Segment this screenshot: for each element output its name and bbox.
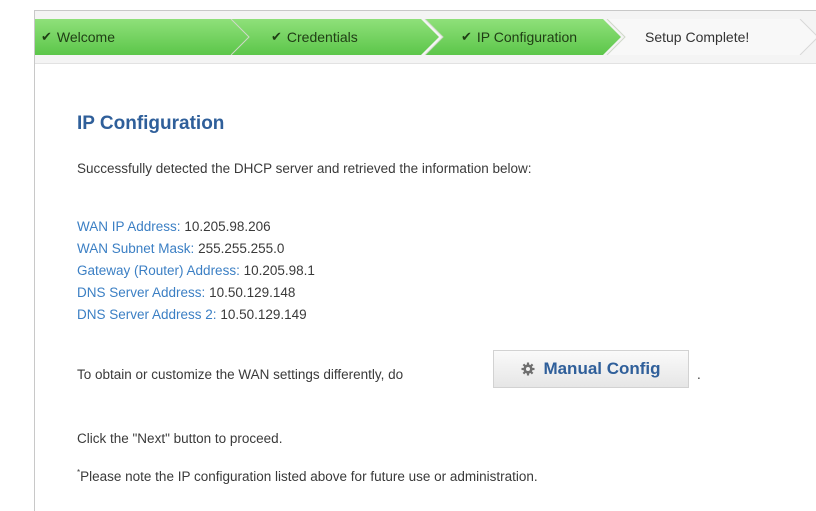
field-value: 10.50.129.149 — [220, 307, 307, 322]
wan-ip-row: WAN IP Address: 10.205.98.206 — [77, 219, 271, 234]
dns1-row: DNS Server Address: 10.50.129.148 — [77, 285, 295, 300]
wan-subnet-row: WAN Subnet Mask: 255.255.255.0 — [77, 241, 284, 256]
field-label: WAN IP Address: — [77, 219, 181, 234]
field-label: Gateway (Router) Address: — [77, 263, 240, 278]
customize-text: To obtain or customize the WAN settings … — [77, 367, 404, 382]
page-title: IP Configuration — [77, 113, 225, 134]
field-value: 10.50.129.148 — [209, 285, 296, 300]
wizard-steps-bar: ✔ Welcome ✔ Credentials ✔ IP Configurati… — [35, 11, 816, 64]
step-separators — [230, 19, 816, 55]
manual-config-button[interactable]: Manual Config — [493, 350, 689, 388]
field-value: 10.205.98.206 — [184, 219, 271, 234]
field-label: DNS Server Address 2: — [77, 307, 217, 322]
field-label: DNS Server Address: — [77, 285, 206, 300]
manual-config-label: Manual Config — [543, 359, 661, 378]
gear-icon — [521, 362, 535, 376]
note-text: *Please note the IP configuration listed… — [77, 468, 538, 484]
field-value: 10.205.98.1 — [243, 263, 315, 278]
intro-text: Successfully detected the DHCP server an… — [77, 161, 532, 176]
field-value: 255.255.255.0 — [198, 241, 285, 256]
wizard-frame: ✔ Welcome ✔ Credentials ✔ IP Configurati… — [34, 10, 816, 511]
trailing-period: . — [697, 367, 701, 382]
note-body: Please note the IP configuration listed … — [80, 469, 538, 484]
proceed-text: Click the "Next" button to proceed. — [77, 431, 283, 446]
field-label: WAN Subnet Mask: — [77, 241, 195, 256]
gateway-row: Gateway (Router) Address: 10.205.98.1 — [77, 263, 315, 278]
dns2-row: DNS Server Address 2: 10.50.129.149 — [77, 307, 307, 322]
